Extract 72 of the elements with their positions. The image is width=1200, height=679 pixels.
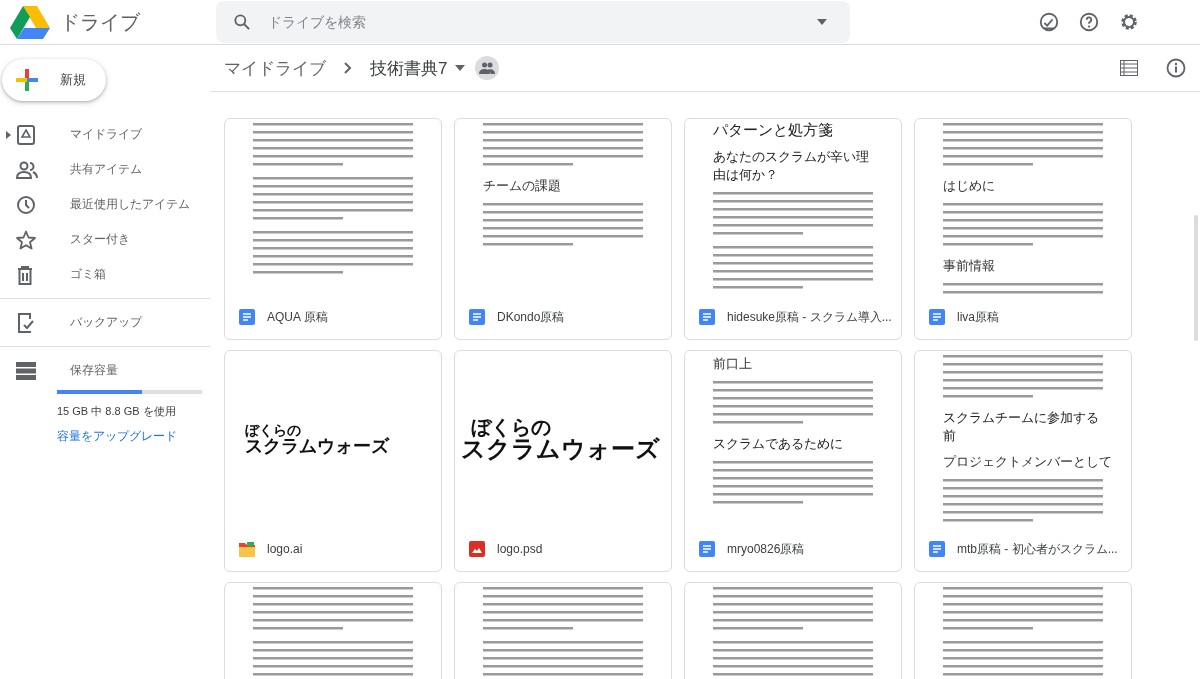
file-name: hidesuke原稿 - スクラム導入... bbox=[727, 308, 892, 326]
preview-heading: あなたのスクラムが辛い理由は何か？ bbox=[713, 148, 870, 185]
search-icon bbox=[232, 12, 252, 32]
document-icon bbox=[469, 309, 485, 325]
image-file-icon bbox=[469, 541, 485, 557]
settings-icon[interactable] bbox=[1118, 11, 1140, 33]
search-field[interactable]: ドライブを検索 bbox=[266, 13, 802, 31]
logo-text: ぼくらの bbox=[471, 417, 551, 437]
file-card[interactable]: はじめに 事前情報 liva原稿 bbox=[914, 118, 1132, 340]
people-icon bbox=[16, 159, 38, 180]
file-name: mryo0826原稿 bbox=[727, 540, 805, 558]
preview-heading: はじめに bbox=[943, 177, 995, 195]
preview-heading: 事前情報 bbox=[943, 257, 995, 275]
file-card[interactable]: パターンと処方箋 あなたのスクラムが辛い理由は何か？ hidesuke原稿 - スクラム導入... bbox=[684, 118, 902, 340]
dropdown-caret-icon[interactable] bbox=[816, 18, 828, 26]
preview-heading: プロジェクトメンバーとして bbox=[943, 453, 1112, 472]
file-name: mtb原稿 - 初心者がスクラム... bbox=[957, 540, 1118, 558]
preview-heading: 前口上 bbox=[713, 355, 752, 373]
sidebar-item[interactable]: 最近使用したアイテム bbox=[0, 187, 210, 222]
file-card[interactable]: ぼくらの スクラムウォーズ logo.ai bbox=[224, 350, 442, 572]
plus-icon bbox=[16, 69, 38, 91]
scrollbar-thumb[interactable] bbox=[1194, 215, 1198, 341]
logo-text: スクラムウォーズ bbox=[461, 437, 660, 461]
list-view-icon[interactable] bbox=[1120, 60, 1138, 76]
file-name: logo.psd bbox=[497, 542, 543, 556]
star-icon bbox=[16, 229, 36, 250]
document-icon bbox=[699, 541, 715, 557]
breadcrumb-item[interactable]: 技術書典7 bbox=[370, 56, 448, 80]
expand-arrow-icon[interactable] bbox=[5, 130, 11, 139]
file-name: logo.ai bbox=[267, 542, 303, 556]
search-bar[interactable]: ドライブを検索 bbox=[216, 1, 850, 43]
storage-label: 保存容量 bbox=[70, 362, 119, 379]
backup-phone-icon bbox=[16, 311, 34, 334]
upgrade-link[interactable]: 容量をアップグレード bbox=[57, 429, 177, 444]
file-card[interactable]: 前口上 スクラムであるために mryo0826原稿 bbox=[684, 350, 902, 572]
info-icon[interactable] bbox=[1166, 58, 1186, 78]
sidebar-item[interactable]: バックアップ bbox=[0, 305, 210, 340]
sidebar-item[interactable]: スター付き bbox=[0, 222, 210, 257]
file-card[interactable]: チームの課題 DKondo原稿 bbox=[454, 118, 672, 340]
trash-icon bbox=[16, 264, 34, 285]
preview-heading: スクラムであるために bbox=[713, 435, 843, 453]
sidebar-item[interactable]: ゴミ箱 bbox=[0, 257, 210, 292]
logo-text: ぼくらの bbox=[245, 423, 301, 437]
document-icon bbox=[699, 309, 715, 325]
document-icon bbox=[929, 541, 945, 557]
breadcrumb-item[interactable]: マイドライブ bbox=[224, 56, 326, 80]
preview-heading: チームの課題 bbox=[483, 177, 561, 195]
storage-usage: 15 GB 中 8.8 GB を使用 bbox=[57, 404, 177, 419]
drive-logo-icon bbox=[10, 4, 50, 40]
document-icon bbox=[239, 309, 255, 325]
file-card[interactable]: AQUA 原稿 bbox=[224, 118, 442, 340]
file-name: DKondo原稿 bbox=[497, 308, 565, 326]
dropdown-caret-icon[interactable] bbox=[455, 65, 466, 71]
clock-icon bbox=[16, 194, 36, 215]
folder-icon bbox=[239, 541, 255, 557]
new-button[interactable]: 新規 bbox=[2, 59, 106, 101]
file-name: AQUA 原稿 bbox=[267, 308, 328, 326]
file-card[interactable]: ぼくらの スクラムウォーズ logo.psd bbox=[454, 350, 672, 572]
preview-title: パターンと処方箋 bbox=[713, 121, 833, 140]
storage-icon bbox=[16, 361, 36, 380]
help-icon[interactable] bbox=[1078, 11, 1100, 33]
drive-icon bbox=[16, 124, 36, 145]
document-icon bbox=[929, 309, 945, 325]
sidebar-item[interactable]: 共有アイテム bbox=[0, 152, 210, 187]
sidebar-item[interactable]: マイドライブ bbox=[0, 117, 210, 152]
check-circle-icon[interactable] bbox=[1038, 11, 1060, 33]
preview-heading: スクラムチームに参加する前 bbox=[943, 409, 1100, 446]
product-name: ドライブ bbox=[60, 9, 140, 35]
chevron-right-icon bbox=[344, 62, 352, 74]
file-name: liva原稿 bbox=[957, 308, 999, 326]
file-card[interactable]: スクラムチームに参加する前 プロジェクトメンバーとして mtb原稿 - 初心者がスクラム... bbox=[914, 350, 1132, 572]
logo-text: スクラムウォーズ bbox=[245, 437, 389, 455]
